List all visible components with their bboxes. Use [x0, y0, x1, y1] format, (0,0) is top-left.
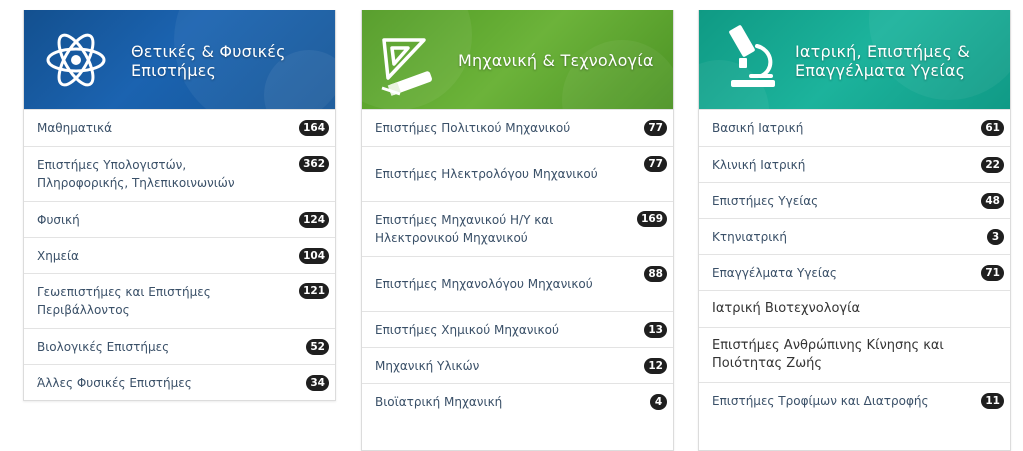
list-item[interactable]: Επιστήμες Ηλεκτρολόγου Μηχανικού 77 [362, 146, 673, 201]
category-card-natural-sciences: Θετικές & Φυσικές Επιστήμες Μαθηματικά 1… [23, 10, 336, 401]
list-item[interactable]: Επιστήμες Χημικού Μηχανικού 13 [362, 311, 673, 347]
card-banner[interactable]: Ιατρική, Επιστήμες & Επαγγέλματα Υγείας [699, 10, 1010, 109]
card-banner[interactable]: Θετικές & Φυσικές Επιστήμες [24, 10, 335, 109]
item-label: Βασική Ιατρική [712, 121, 804, 135]
item-label: Μαθηματικά [37, 121, 113, 135]
count-badge: 71 [981, 264, 1004, 281]
count-badge: 77 [644, 120, 667, 136]
list-item[interactable]: Κλινική Ιατρική 22 [699, 146, 1010, 182]
card-title: Θετικές & Φυσικές Επιστήμες [131, 42, 286, 80]
item-label: Βιολογικές Επιστήμες [37, 339, 170, 354]
count-badge: 121 [299, 283, 329, 299]
count-badge: 77 [644, 156, 667, 172]
item-label: Ιατρική Βιοτεχνολογία [712, 301, 861, 316]
item-label: Επαγγέλματα Υγείας [712, 265, 837, 280]
count-badge: 362 [299, 156, 329, 172]
list-item[interactable]: Επιστήμες Μηχανολόγου Μηχανικού 88 [362, 256, 673, 311]
count-badge: 4 [650, 393, 667, 410]
list-item[interactable]: Επιστήμες Μηχανικού Η/Υ και Ηλεκτρονικού… [362, 201, 673, 256]
list-item[interactable]: Βιολογικές Επιστήμες 52 [24, 328, 335, 364]
list-item[interactable]: Επιστήμες Τροφίμων και Διατροφής 11 [699, 382, 1010, 418]
count-badge: 124 [299, 211, 329, 228]
count-badge: 104 [299, 247, 329, 264]
item-label: Επιστήμες Μηχανολόγου Μηχανικού [375, 277, 593, 291]
item-label: Φυσική [37, 212, 80, 227]
item-label: Επιστήμες Πολιτικού Μηχανικού [375, 121, 571, 135]
list-item[interactable]: Επιστήμες Υπολογιστών, Πληροφορικής, Τηλ… [24, 146, 335, 201]
item-label: Επιστήμες Υγείας [712, 193, 819, 208]
item-label: Επιστήμες Υπολογιστών, Πληροφορικής, Τηλ… [37, 158, 235, 190]
item-label: Επιστήμες Μηχανικού Η/Υ και Ηλεκτρονικού… [375, 213, 554, 245]
card-title: Ιατρική, Επιστήμες & Επαγγέλματα Υγείας [795, 42, 971, 80]
item-label: Επιστήμες Τροφίμων και Διατροφής [712, 393, 929, 408]
item-label: Επιστήμες Χημικού Μηχανικού [375, 322, 559, 337]
count-badge: 22 [981, 156, 1004, 173]
count-badge: 34 [306, 374, 329, 391]
list-item[interactable]: Κτηνιατρική 3 [699, 218, 1010, 254]
card-banner[interactable]: Μηχανική & Τεχνολογία [362, 10, 673, 109]
count-badge: 52 [306, 338, 329, 355]
list-item[interactable]: Χημεία 104 [24, 237, 335, 273]
item-label: Χημεία [37, 248, 79, 263]
count-badge: 13 [644, 321, 667, 338]
list-item[interactable]: Βασική Ιατρική 61 [699, 109, 1010, 146]
count-badge: 11 [981, 392, 1004, 409]
item-label: Επιστήμες Ανθρώπινης Κίνησης και Ποιότητ… [712, 338, 944, 371]
atom-icon [44, 30, 108, 94]
list-item[interactable]: Βιοϊατρική Μηχανική 4 [362, 383, 673, 419]
item-label: Γεωεπιστήμες και Επιστήμες Περιβάλλοντος [37, 285, 211, 317]
item-label: Βιοϊατρική Μηχανική [375, 394, 503, 409]
list-item[interactable]: Μαθηματικά 164 [24, 109, 335, 146]
drafting-tools-icon [378, 34, 440, 100]
list-item[interactable]: Επαγγέλματα Υγείας 71 [699, 254, 1010, 290]
count-badge: 12 [644, 357, 667, 374]
category-card-medicine: Ιατρική, Επιστήμες & Επαγγέλματα Υγείας … [698, 10, 1011, 451]
list-item[interactable]: Επιστήμες Ανθρώπινης Κίνησης και Ποιότητ… [699, 327, 1010, 382]
list-item[interactable]: Φυσική 124 [24, 201, 335, 237]
list-item[interactable]: Γεωεπιστήμες και Επιστήμες Περιβάλλοντος… [24, 273, 335, 328]
microscope-icon [723, 24, 783, 94]
item-label: Άλλες Φυσικές Επιστήμες [37, 375, 192, 390]
item-label: Μηχανική Υλικών [375, 358, 480, 373]
count-badge: 61 [981, 120, 1004, 136]
item-label: Κτηνιατρική [712, 229, 787, 244]
item-label: Κλινική Ιατρική [712, 157, 806, 172]
count-badge: 88 [644, 266, 667, 282]
count-badge: 169 [637, 211, 667, 227]
list-item[interactable]: Επιστήμες Υγείας 48 [699, 182, 1010, 218]
count-badge: 48 [981, 192, 1004, 209]
list-item[interactable]: Ιατρική Βιοτεχνολογία [699, 290, 1010, 327]
card-title: Μηχανική & Τεχνολογία [458, 51, 654, 70]
category-card-engineering: Μηχανική & Τεχνολογία Επιστήμες Πολιτικο… [361, 10, 674, 451]
item-label: Επιστήμες Ηλεκτρολόγου Μηχανικού [375, 167, 598, 181]
list-item[interactable]: Μηχανική Υλικών 12 [362, 347, 673, 383]
count-badge: 3 [987, 228, 1004, 245]
list-item[interactable]: Άλλες Φυσικές Επιστήμες 34 [24, 364, 335, 400]
list-item[interactable]: Επιστήμες Πολιτικού Μηχανικού 77 [362, 109, 673, 146]
count-badge: 164 [299, 120, 329, 136]
